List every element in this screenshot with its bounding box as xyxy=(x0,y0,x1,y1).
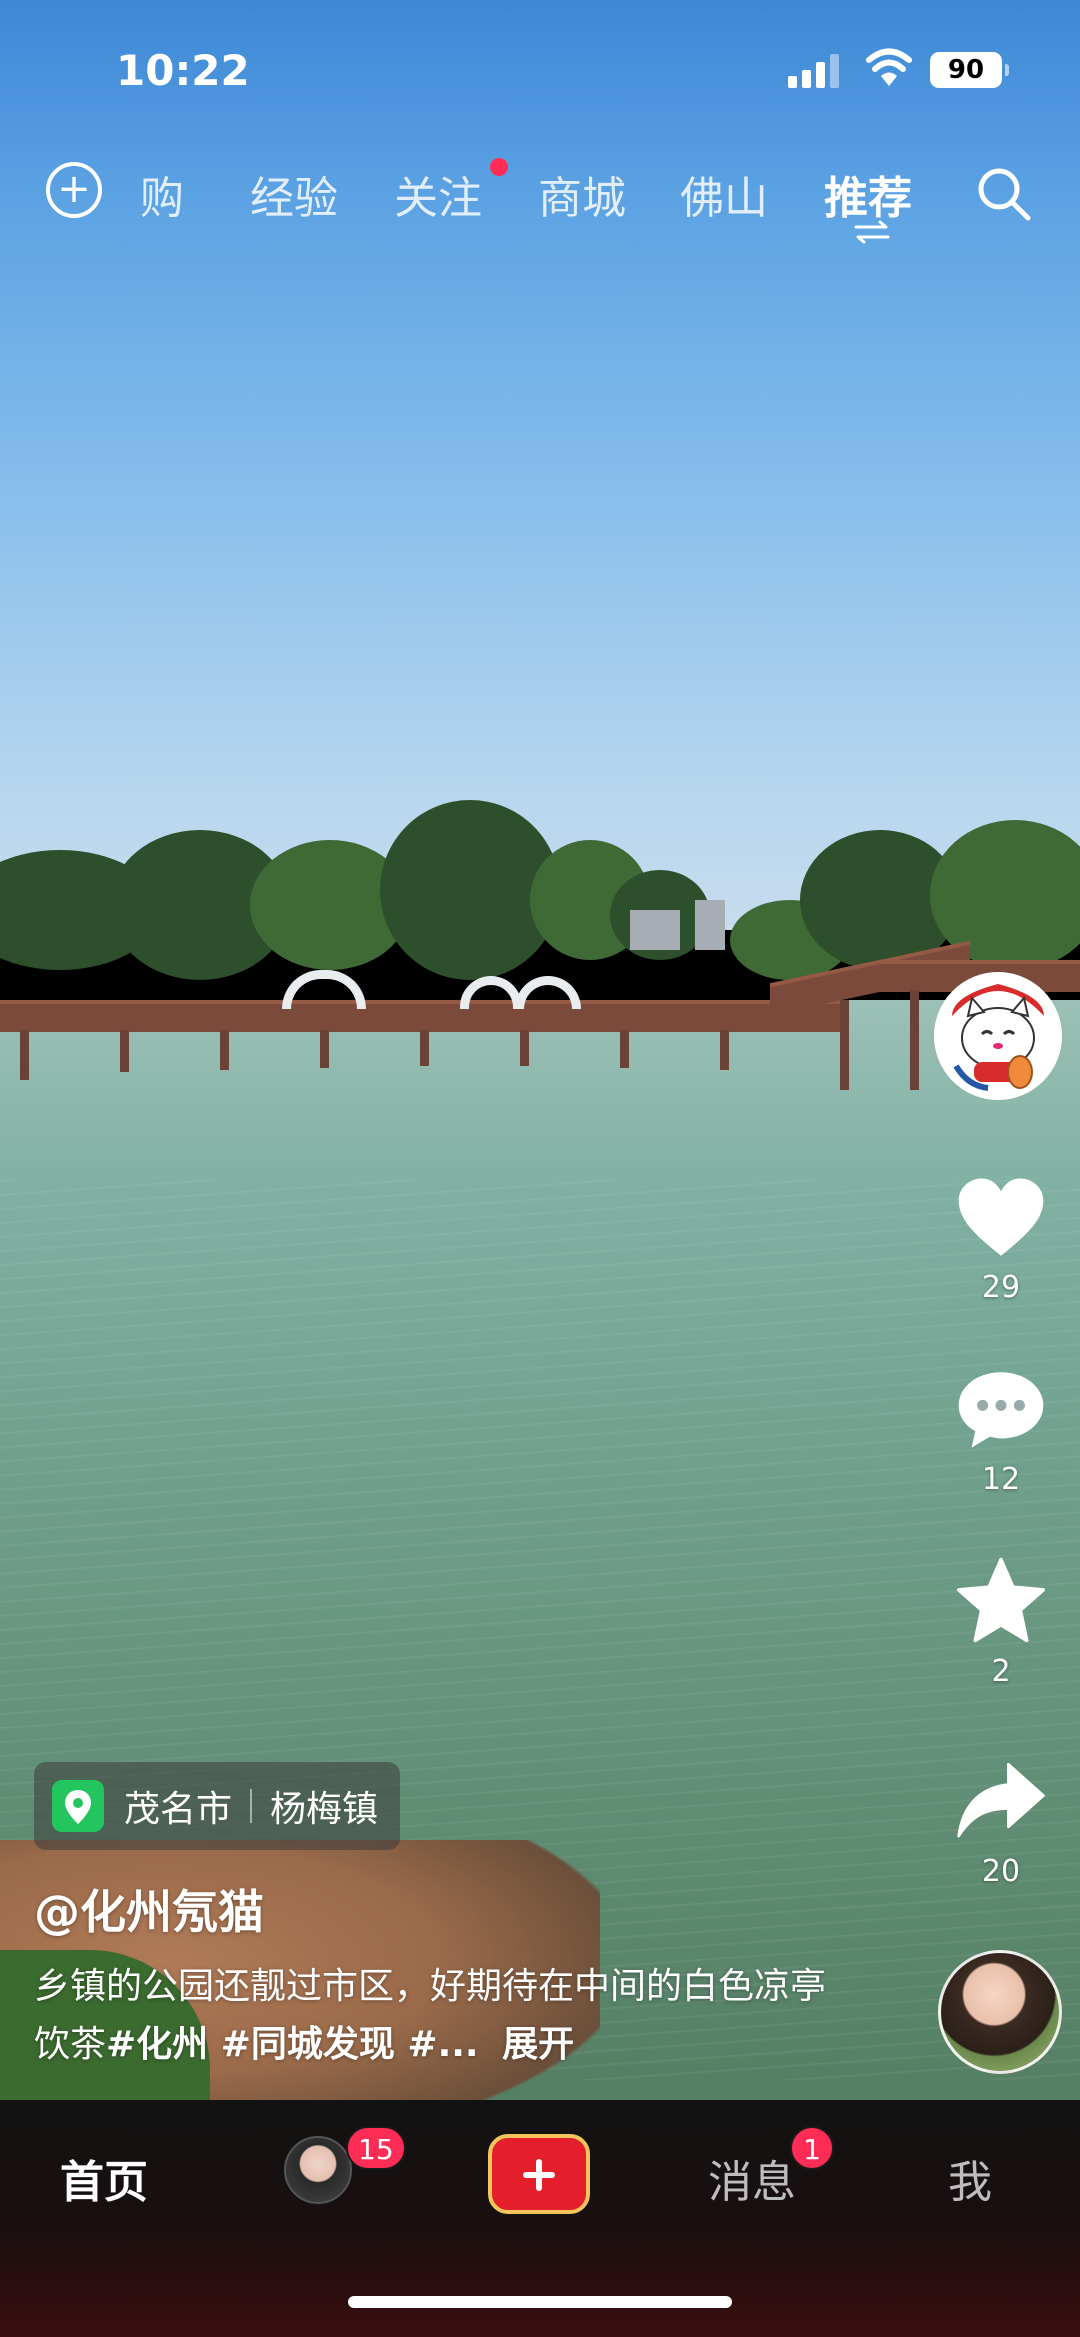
heart-icon xyxy=(958,1178,1044,1256)
like-count: 29 xyxy=(981,1270,1021,1305)
tab-shopping[interactable]: 购 xyxy=(140,162,184,226)
post-caption[interactable]: 乡镇的公园还靓过市区，好期待在中间的白色凉亭饮茶#化州 #同城发现 #... 展… xyxy=(34,1958,854,2074)
battery-indicator: 90 xyxy=(930,52,1009,88)
share-icon xyxy=(957,1762,1045,1838)
star-icon xyxy=(956,1557,1045,1643)
music-disc-avatar[interactable] xyxy=(938,1950,1062,2074)
cellular-signal-icon xyxy=(788,52,842,88)
caption-hashtags[interactable]: #化州 #同城发现 #... xyxy=(106,2024,479,2065)
favorite-count: 2 xyxy=(991,1654,1011,1689)
wifi-icon xyxy=(866,48,912,86)
share-count: 20 xyxy=(981,1854,1021,1889)
comment-icon xyxy=(958,1372,1044,1448)
comment-button[interactable]: 12 xyxy=(946,1368,1056,1497)
top-nav: + 购 经验 关注 商城 佛山 推荐 xyxy=(0,150,1080,244)
location-divider xyxy=(250,1789,253,1823)
home-indicator[interactable] xyxy=(348,2296,732,2308)
nav-me[interactable]: 我 xyxy=(948,2146,992,2210)
clock: 10:22 xyxy=(116,46,250,95)
location-city: 茂名市 xyxy=(124,1789,233,1830)
tab-recommend[interactable]: 推荐 xyxy=(824,162,912,226)
status-bar: 10:22 90 xyxy=(0,0,1080,140)
location-town: 杨梅镇 xyxy=(270,1789,379,1830)
messages-badge: 1 xyxy=(790,2126,834,2170)
share-button[interactable]: 20 xyxy=(946,1760,1056,1889)
tab-mall[interactable]: 商城 xyxy=(538,162,626,226)
create-button[interactable] xyxy=(488,2134,590,2214)
author-name[interactable]: @化州氖猫 xyxy=(34,1876,264,1942)
location-pin-icon xyxy=(52,1780,104,1832)
nav-home[interactable]: 首页 xyxy=(60,2146,148,2210)
tab-experience[interactable]: 经验 xyxy=(250,162,338,226)
tab-following[interactable]: 关注 xyxy=(394,162,482,226)
like-button[interactable]: 29 xyxy=(946,1176,1056,1305)
comment-count: 12 xyxy=(981,1462,1021,1497)
location-pill[interactable]: 茂名市 杨梅镇 xyxy=(34,1762,401,1850)
following-notify-dot xyxy=(490,158,508,176)
favorite-button[interactable]: 2 xyxy=(946,1556,1056,1689)
friends-badge: 15 xyxy=(346,2126,406,2170)
search-icon[interactable] xyxy=(974,164,1034,224)
tab-city[interactable]: 佛山 xyxy=(680,162,768,226)
nav-messages[interactable]: 消息 xyxy=(708,2146,796,2210)
nav-friends-avatar[interactable] xyxy=(284,2136,352,2204)
switch-arrows-icon[interactable] xyxy=(852,220,892,244)
plus-circle-icon[interactable]: + xyxy=(46,162,102,218)
expand-link[interactable]: 展开 xyxy=(502,2024,574,2065)
author-avatar[interactable] xyxy=(934,972,1062,1100)
lucky-cat-icon xyxy=(938,976,1058,1096)
